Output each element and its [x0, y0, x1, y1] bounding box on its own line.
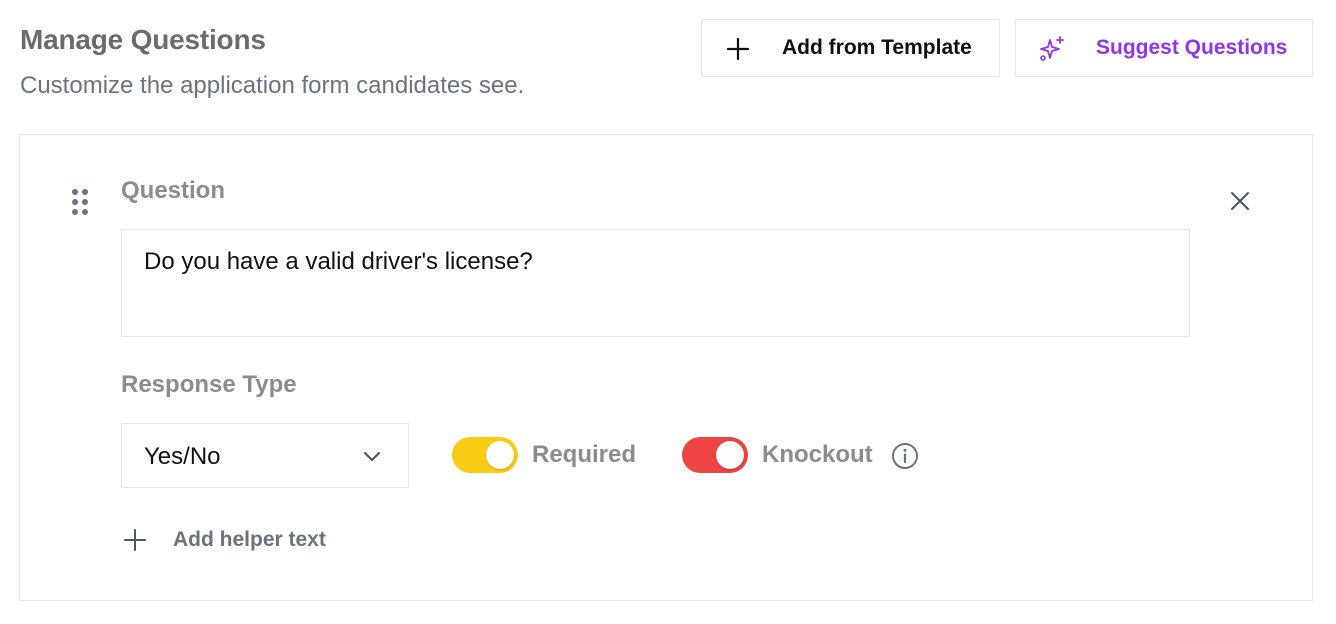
plus-icon [124, 529, 146, 551]
add-helper-text-button[interactable]: Add helper text [123, 525, 326, 555]
suggest-questions-button[interactable]: Suggest Questions [1015, 19, 1313, 77]
question-label: Question [121, 177, 226, 204]
required-toggle-knob [486, 441, 514, 469]
chevron-down-icon [364, 452, 380, 461]
add-from-template-button[interactable]: Add from Template [701, 19, 1000, 77]
close-icon[interactable] [1228, 189, 1252, 213]
knockout-label: Knockout [762, 441, 873, 468]
knockout-toggle[interactable] [682, 437, 748, 473]
page-title: Manage Questions [20, 24, 266, 55]
response-type-label: Response Type [121, 371, 297, 398]
suggest-questions-label: Suggest Questions [1096, 36, 1288, 59]
question-input[interactable]: Do you have a valid driver's license? [121, 229, 1190, 337]
sparkles-icon [1040, 36, 1064, 61]
add-from-template-label: Add from Template [782, 36, 972, 59]
response-type-value: Yes/No [144, 443, 221, 470]
drag-handle-icon[interactable] [72, 189, 90, 219]
required-toggle[interactable] [452, 437, 518, 473]
question-card: Question Do you have a valid driver's li… [19, 134, 1313, 601]
required-label: Required [532, 441, 637, 468]
page-subtitle: Customize the application form candidate… [20, 72, 525, 99]
knockout-toggle-knob [716, 441, 744, 469]
plus-icon [726, 37, 750, 61]
info-icon[interactable] [891, 442, 919, 470]
response-type-select[interactable]: Yes/No [121, 423, 409, 488]
add-helper-text-label: Add helper text [173, 528, 326, 551]
